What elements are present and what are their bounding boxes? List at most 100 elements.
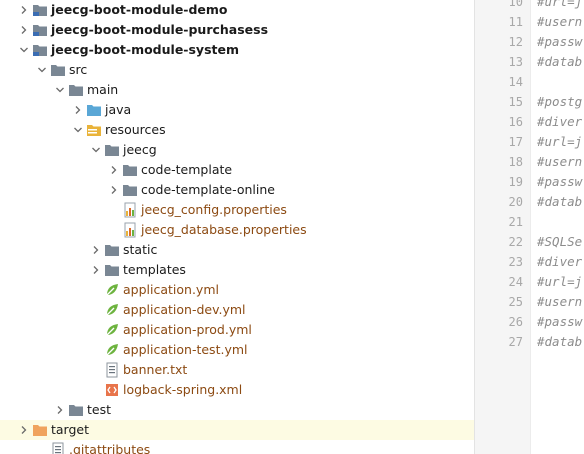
- tree-item[interactable]: application.yml: [0, 280, 474, 300]
- module-folder-icon: [32, 2, 48, 18]
- tree-item-label: jeecg_config.properties: [141, 202, 287, 217]
- line-number: 14: [508, 75, 523, 89]
- line-number: 24: [508, 275, 523, 289]
- tree-item[interactable]: jeecg: [0, 140, 474, 160]
- chevron-right-icon[interactable]: [16, 420, 32, 440]
- tree-item[interactable]: jeecg-boot-module-system: [0, 40, 474, 60]
- chevron-right-icon[interactable]: [88, 260, 104, 280]
- code-line[interactable]: #usern: [537, 12, 582, 32]
- tree-item[interactable]: logback-spring.xml: [0, 380, 474, 400]
- folder-icon: [122, 162, 138, 178]
- line-number: 21: [508, 215, 523, 229]
- tree-item-label: templates: [123, 262, 186, 277]
- code-line[interactable]: #postg: [537, 92, 582, 112]
- module-folder-icon: [32, 42, 48, 58]
- tree-item[interactable]: code-template-online: [0, 180, 474, 200]
- project-tree: jeecg-boot-module-demo jeecg-boot-module-…: [0, 0, 474, 454]
- folder-icon: [50, 62, 66, 78]
- folder-icon: [104, 262, 120, 278]
- tree-item-label: test: [87, 402, 112, 417]
- code-line[interactable]: #SQLSe: [537, 232, 582, 252]
- tree-item[interactable]: java: [0, 100, 474, 120]
- code-line[interactable]: #passw: [537, 312, 582, 332]
- chevron-down-icon[interactable]: [88, 140, 104, 160]
- tree-item-label: jeecg_database.properties: [141, 222, 307, 237]
- tree-item-label: .gitattributes: [69, 442, 151, 454]
- tree-item[interactable]: jeecg_database.properties: [0, 220, 474, 240]
- folder-icon: [104, 242, 120, 258]
- line-number: 27: [508, 335, 523, 349]
- code-line[interactable]: #datab: [537, 332, 582, 352]
- tree-item-label: application.yml: [123, 282, 219, 297]
- line-number-gutter: 10 11 12 13 14 15 16 17 18 19 20 21 22 23 24 25 26 27: [474, 0, 531, 454]
- line-number: 18: [508, 155, 523, 169]
- tree-item[interactable]: templates: [0, 260, 474, 280]
- tree-item[interactable]: main: [0, 80, 474, 100]
- code-editor[interactable]: #url=j #usern #passw #datab #postg #diver #url…: [530, 0, 584, 454]
- tree-item[interactable]: banner.txt: [0, 360, 474, 380]
- code-line[interactable]: #usern: [537, 292, 582, 312]
- properties-file-icon: [122, 222, 138, 238]
- code-line[interactable]: #url=j: [537, 132, 582, 152]
- tree-item[interactable]: target: [0, 420, 474, 440]
- chevron-right-icon[interactable]: [70, 100, 86, 120]
- tree-item-label: static: [123, 242, 158, 257]
- chevron-right-icon[interactable]: [52, 400, 68, 420]
- line-number: 16: [508, 115, 523, 129]
- chevron-right-icon[interactable]: [106, 180, 122, 200]
- folder-icon: [68, 402, 84, 418]
- module-folder-icon: [32, 22, 48, 38]
- chevron-down-icon[interactable]: [52, 80, 68, 100]
- xml-file-icon: [104, 382, 120, 398]
- code-line[interactable]: #diver: [537, 252, 582, 272]
- chevron-down-icon[interactable]: [34, 60, 50, 80]
- chevron-right-icon[interactable]: [16, 20, 32, 40]
- tree-item[interactable]: src: [0, 60, 474, 80]
- line-number: 10: [508, 0, 523, 9]
- tree-item[interactable]: resources: [0, 120, 474, 140]
- tree-item[interactable]: application-prod.yml: [0, 320, 474, 340]
- folder-icon: [68, 82, 84, 98]
- code-line[interactable]: #diver: [537, 112, 582, 132]
- chevron-right-icon[interactable]: [106, 160, 122, 180]
- code-line[interactable]: #passw: [537, 172, 582, 192]
- tree-item-label: jeecg-boot-module-system: [51, 42, 239, 57]
- chevron-down-icon[interactable]: [70, 120, 86, 140]
- tree-item-label: jeecg: [123, 142, 157, 157]
- line-number: 11: [508, 15, 523, 29]
- tree-item[interactable]: test: [0, 400, 474, 420]
- tree-item[interactable]: jeecg_config.properties: [0, 200, 474, 220]
- line-number: 26: [508, 315, 523, 329]
- tree-item[interactable]: jeecg-boot-module-demo: [0, 0, 474, 20]
- tree-item[interactable]: application-dev.yml: [0, 300, 474, 320]
- code-line[interactable]: #datab: [537, 192, 582, 212]
- tree-item[interactable]: static: [0, 240, 474, 260]
- tree-item[interactable]: code-template: [0, 160, 474, 180]
- code-line[interactable]: #passw: [537, 32, 582, 52]
- tree-item[interactable]: jeecg-boot-module-purchasess: [0, 20, 474, 40]
- chevron-down-icon[interactable]: [16, 40, 32, 60]
- chevron-right-icon[interactable]: [16, 0, 32, 20]
- tree-item[interactable]: .gitattributes: [0, 440, 474, 454]
- source-folder-icon: [86, 102, 102, 118]
- spring-config-icon: [104, 282, 120, 298]
- code-line[interactable]: #datab: [537, 52, 582, 72]
- tree-item-label: src: [69, 62, 88, 77]
- chevron-right-icon[interactable]: [88, 240, 104, 260]
- spring-config-icon: [104, 342, 120, 358]
- line-number: 19: [508, 175, 523, 189]
- code-line[interactable]: #url=j: [537, 0, 582, 12]
- tree-item-label: jeecg-boot-module-demo: [51, 2, 228, 17]
- tree-item[interactable]: application-test.yml: [0, 340, 474, 360]
- excluded-folder-icon: [32, 422, 48, 438]
- folder-icon: [104, 142, 120, 158]
- code-line[interactable]: #url=j: [537, 272, 582, 292]
- tree-item-label: java: [105, 102, 132, 117]
- code-line[interactable]: #usern: [537, 152, 582, 172]
- tree-item-label: jeecg-boot-module-purchasess: [51, 22, 269, 37]
